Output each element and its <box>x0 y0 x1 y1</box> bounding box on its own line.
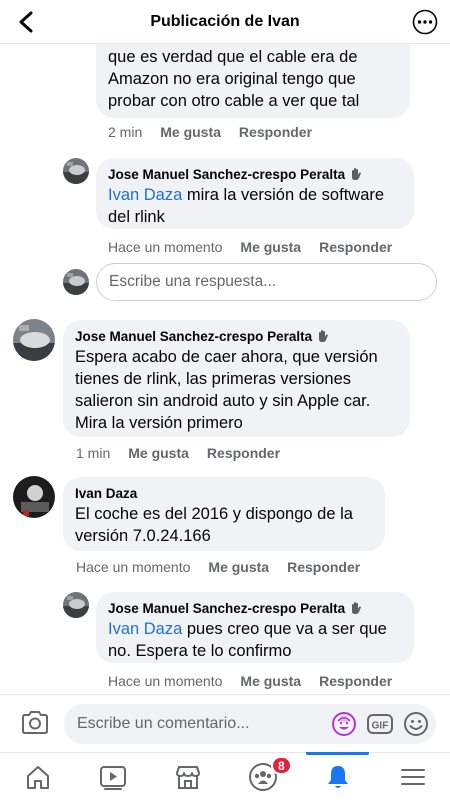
comment-time: 1 min <box>76 445 111 461</box>
tab-notifications[interactable] <box>300 752 375 800</box>
home-icon <box>26 765 49 789</box>
comment-text: mira la versión de software <box>182 186 385 204</box>
like-button[interactable]: Me gusta <box>160 124 221 140</box>
comment-meta: Hace un momento Me gusta Responder <box>76 559 360 575</box>
comment-meta: 1 min Me gusta Responder <box>76 445 280 461</box>
reply-button[interactable]: Responder <box>319 673 392 689</box>
comment-placeholder: Escribe un comentario... <box>77 715 250 732</box>
chevron-left-icon <box>19 11 33 33</box>
more-options-icon <box>412 9 438 35</box>
emoji-icon[interactable] <box>402 710 430 738</box>
reply-button[interactable]: Responder <box>319 239 392 255</box>
gif-icon[interactable]: GIF <box>366 710 394 738</box>
tab-home[interactable] <box>0 753 75 800</box>
tab-marketplace[interactable] <box>150 753 225 800</box>
tab-menu[interactable] <box>375 753 450 800</box>
comment-thread[interactable]: que es verdad que el cable era de Amazon… <box>0 44 450 694</box>
notifications-icon <box>327 765 348 788</box>
camera-icon <box>22 711 48 734</box>
comment-bubble: Jose Manuel Sanchez-crespo Peralta Esper… <box>63 320 410 437</box>
camera-button[interactable] <box>20 710 50 736</box>
waving-hand-icon <box>352 602 362 614</box>
page-title: Publicación de Ivan <box>150 12 300 30</box>
tab-groups[interactable]: 8 <box>225 753 300 800</box>
comment-text: El coche es del 2016 y dispongo de la <box>75 505 353 523</box>
mention-link[interactable]: Ivan Daza <box>108 186 182 204</box>
comment-author[interactable]: Jose Manuel Sanchez-crespo Peralta <box>108 166 402 184</box>
my-avatar <box>63 269 89 295</box>
comment-meta: 2 min Me gusta Responder <box>108 124 312 140</box>
mention-link[interactable]: Ivan Daza <box>108 620 182 638</box>
waving-hand-icon <box>352 168 362 180</box>
comment-time: Hace un momento <box>108 239 223 255</box>
reply-button[interactable]: Responder <box>239 124 312 140</box>
svg-text:GIF: GIF <box>372 721 389 732</box>
header: Publicación de Ivan <box>0 0 450 44</box>
comment-time: Hace un momento <box>76 559 191 575</box>
comment-meta: Hace un momento Me gusta Responder <box>108 239 392 255</box>
like-button[interactable]: Me gusta <box>128 445 189 461</box>
like-button[interactable]: Me gusta <box>240 673 301 689</box>
marketplace-icon <box>175 765 200 789</box>
reply-button[interactable]: Responder <box>287 559 360 575</box>
avatar-sticker-icon[interactable] <box>330 710 358 738</box>
comment-text: probar con otro cable a ver que tal <box>108 92 360 110</box>
comment-input[interactable]: Escribe un comentario... GIF <box>64 704 436 744</box>
comment-text: Amazon no era original tengo que <box>108 70 356 88</box>
avatar[interactable] <box>13 476 55 518</box>
comment-author[interactable]: Ivan Daza <box>75 485 373 503</box>
comment-text: Espera acabo de caer ahora, que versión <box>75 348 378 366</box>
comment-meta: Hace un momento Me gusta Responder <box>108 673 392 689</box>
avatar[interactable] <box>13 319 55 361</box>
more-options-button[interactable] <box>412 9 438 35</box>
reply-input[interactable]: Escribe una respuesta... <box>96 263 437 301</box>
comment-text: salieron sin android auto y sin Apple ca… <box>75 392 371 410</box>
back-button[interactable] <box>12 8 40 36</box>
comment-time: 2 min <box>108 124 143 140</box>
like-button[interactable]: Me gusta <box>240 239 301 255</box>
comment-text: no. Espera te lo confirmo <box>108 642 292 660</box>
comment-bubble: Jose Manuel Sanchez-crespo Peralta Ivan … <box>96 158 414 229</box>
comment-text: que es verdad que el cable era de <box>108 48 358 66</box>
comment-composer: Escribe un comentario... GIF <box>0 694 450 752</box>
tab-video[interactable] <box>75 753 150 800</box>
avatar[interactable] <box>63 592 89 618</box>
comment-text: tienes de rlink, las primeras versiones <box>75 370 352 388</box>
comment-text: versión 7.0.24.166 <box>75 527 211 545</box>
comment-bubble: Ivan Daza El coche es del 2016 y dispong… <box>63 477 385 551</box>
comment-bubble: Jose Manuel Sanchez-crespo Peralta Ivan … <box>96 592 414 663</box>
reply-button[interactable]: Responder <box>207 445 280 461</box>
comment-time: Hace un momento <box>108 673 223 689</box>
like-button[interactable]: Me gusta <box>208 559 269 575</box>
comment-text: Mira la versión primero <box>75 414 243 432</box>
comment-author[interactable]: Jose Manuel Sanchez-crespo Peralta <box>108 600 402 618</box>
avatar[interactable] <box>63 158 89 184</box>
comment-text: del rlink <box>108 208 165 226</box>
notification-badge: 8 <box>271 756 292 775</box>
comment-author[interactable]: Jose Manuel Sanchez-crespo Peralta <box>75 328 398 346</box>
waving-hand-icon <box>319 330 329 342</box>
comment-text: pues creo que va a ser que <box>182 620 387 638</box>
post-screen: Publicación de Ivan que es verdad que el… <box>0 0 450 800</box>
menu-icon <box>400 768 425 785</box>
comment-bubble: que es verdad que el cable era de Amazon… <box>96 44 410 118</box>
video-icon <box>99 765 126 790</box>
reply-placeholder: Escribe una respuesta... <box>109 273 277 290</box>
tab-bar: 8 <box>0 752 450 800</box>
